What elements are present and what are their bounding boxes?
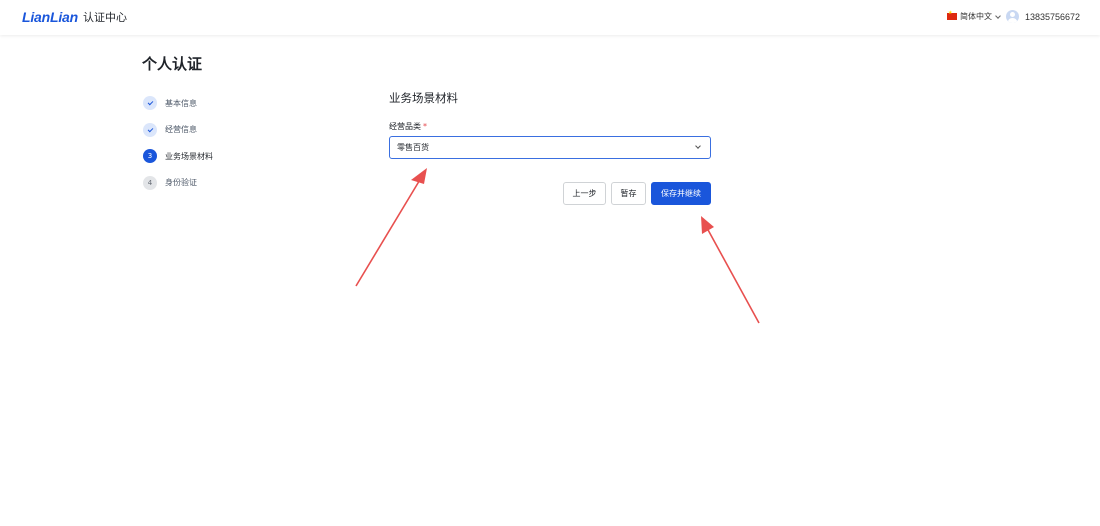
user-phone: 13835756672 <box>1025 11 1081 22</box>
required-mark: * <box>423 122 427 131</box>
step-business-scene[interactable]: 3 业务场景材料 <box>143 143 213 170</box>
brand-name: LianLian <box>22 9 78 25</box>
annotation-arrows <box>355 168 760 324</box>
page-title: 个人认证 <box>142 55 203 73</box>
step-label: 基本信息 <box>165 98 197 108</box>
step-number: 3 <box>143 149 157 164</box>
language-selector[interactable]: 简体中文 <box>947 10 1001 22</box>
china-flag-icon <box>947 10 957 20</box>
language-label: 简体中文 <box>960 12 992 21</box>
category-select-value: 零售百货 <box>397 143 429 152</box>
avatar <box>1006 10 1019 23</box>
step-list: 基本信息 经营信息 3 业务场景材料 4 身份验证 <box>143 90 213 196</box>
category-label: 经营品类 * <box>389 121 427 132</box>
annotation-arrow-button <box>701 216 760 324</box>
step-business-info[interactable]: 经营信息 <box>143 117 213 144</box>
brand-subtitle: 认证中心 <box>82 11 127 24</box>
chevron-down-icon <box>995 12 1001 19</box>
top-bar: LianLian 认证中心 简体中文 13835756672 <box>0 0 1100 35</box>
save-draft-button[interactable]: 暂存 <box>611 182 646 205</box>
step-identity-verify: 4 身份验证 <box>143 170 213 197</box>
step-label: 身份验证 <box>165 178 197 188</box>
logo[interactable]: LianLian 认证中心 <box>22 9 127 25</box>
step-basic-info[interactable]: 基本信息 <box>143 90 213 117</box>
section-title: 业务场景材料 <box>389 91 458 105</box>
chevron-down-icon <box>695 143 701 149</box>
step-number: 4 <box>143 175 157 190</box>
step-label: 业务场景材料 <box>165 151 213 161</box>
annotation-arrow-select <box>355 168 427 287</box>
step-label: 经营信息 <box>165 125 197 135</box>
user-menu[interactable]: 13835756672 <box>1006 10 1080 23</box>
step-check-icon <box>143 96 157 111</box>
step-check-icon <box>143 122 157 137</box>
category-label-text: 经营品类 <box>389 122 421 131</box>
category-select[interactable]: 零售百货 <box>389 136 711 159</box>
save-continue-button[interactable]: 保存并继续 <box>651 182 711 205</box>
prev-step-button[interactable]: 上一步 <box>563 182 606 205</box>
